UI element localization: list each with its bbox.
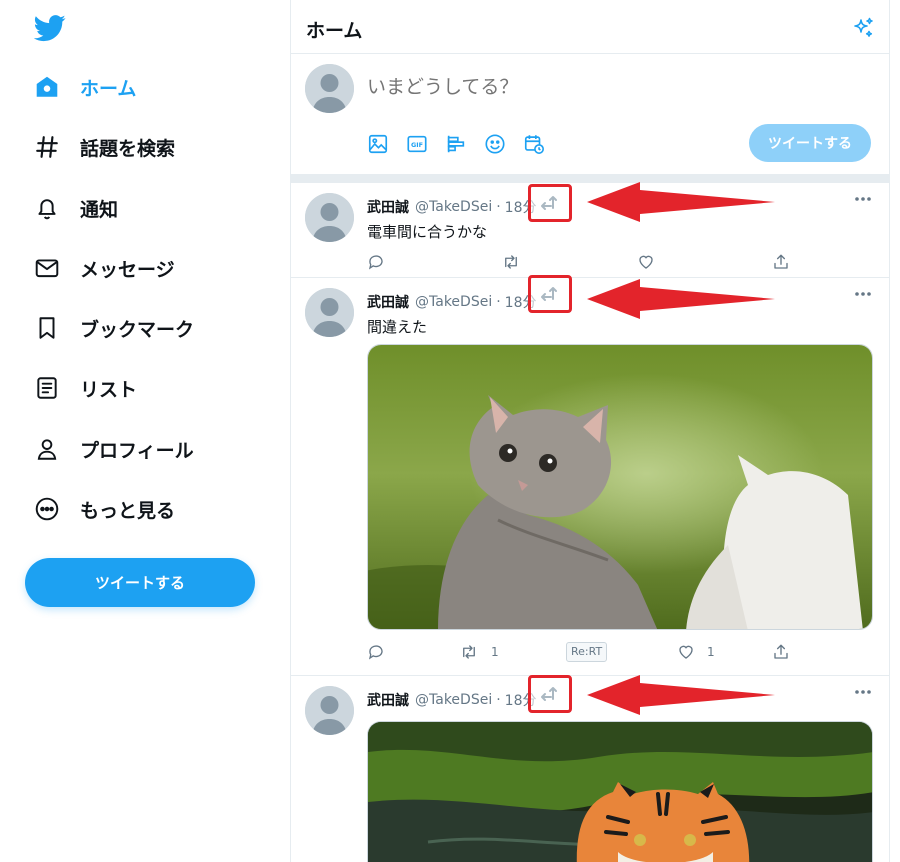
share-action[interactable] xyxy=(772,252,790,272)
more-icon[interactable] xyxy=(853,193,873,205)
timeline-header: ホーム xyxy=(291,0,889,54)
heart-icon xyxy=(639,255,653,269)
tweet-text: 電車間に合うかな xyxy=(367,223,488,241)
tweet-image-tiger[interactable] xyxy=(367,721,873,862)
sidebar-item-notifications[interactable]: 通知 xyxy=(32,188,118,228)
separator-dot: · xyxy=(496,199,501,215)
sparkle-icon[interactable] xyxy=(851,16,875,40)
tweet-actions xyxy=(367,252,797,272)
home-icon xyxy=(32,72,62,102)
list-icon xyxy=(32,373,62,403)
svg-text:GIF: GIF xyxy=(411,141,423,149)
tweet-text: 間違えた xyxy=(367,318,428,336)
sidebar-item-messages[interactable]: メッセージ xyxy=(32,248,175,288)
user-name[interactable]: 武田誠 xyxy=(367,690,409,710)
tweet-composer: GIF ツイートする xyxy=(291,54,889,174)
sidebar-item-label: ホーム xyxy=(80,77,137,100)
annotation-arrow xyxy=(587,182,775,222)
tweet-image-kittens[interactable] xyxy=(367,344,873,630)
tweet-header: 武田誠 @TakeDSei · 18分 xyxy=(367,690,537,710)
tweet-header: 武田誠 @TakeDSei · 18分 xyxy=(367,197,537,217)
annotation-arrow xyxy=(587,279,775,319)
envelope-icon xyxy=(32,253,62,283)
reply-retweet-icon xyxy=(541,287,557,301)
hashtag-icon xyxy=(32,132,62,162)
more-icon[interactable] xyxy=(853,686,873,698)
sidebar-item-label: もっと見る xyxy=(80,499,176,522)
avatar[interactable] xyxy=(305,193,354,242)
reply-action[interactable] xyxy=(367,252,385,272)
user-handle[interactable]: @TakeDSei xyxy=(415,199,492,215)
user-name[interactable]: 武田誠 xyxy=(367,292,409,312)
retweet-action[interactable]: 1 xyxy=(459,642,499,662)
emoji-icon[interactable] xyxy=(483,132,507,156)
kittens-photo xyxy=(368,345,872,629)
retweet-count: 1 xyxy=(491,645,499,659)
twitter-bird-icon[interactable] xyxy=(34,12,66,44)
tweet[interactable]: 武田誠 @TakeDSei · 18分 間違えた 1 Re:RT 1 xyxy=(291,275,889,676)
sidebar-item-label: 通知 xyxy=(80,198,119,221)
reply-retweet-icon xyxy=(541,687,557,701)
separator-dot: · xyxy=(496,692,501,708)
tweet-button[interactable]: ツイートする xyxy=(25,558,255,607)
compose-tweet-button[interactable]: ツイートする xyxy=(749,124,871,162)
user-handle[interactable]: @TakeDSei xyxy=(415,692,492,708)
share-action[interactable] xyxy=(772,642,790,662)
retweet-action[interactable] xyxy=(501,252,521,272)
page-title: ホーム xyxy=(306,20,363,42)
like-action[interactable] xyxy=(637,252,655,272)
tiger-photo xyxy=(368,722,872,862)
rert-button[interactable]: Re:RT xyxy=(566,642,608,662)
sidebar-item-label: ブックマーク xyxy=(80,318,195,341)
like-action[interactable]: 1 xyxy=(677,642,715,662)
schedule-icon[interactable] xyxy=(522,132,546,156)
sidebar-item-label: メッセージ xyxy=(80,258,175,281)
sidebar-item-home[interactable]: ホーム xyxy=(32,67,136,107)
annotation-arrow xyxy=(587,675,775,715)
reply-retweet-icon-highlight[interactable] xyxy=(528,275,572,313)
bell-icon xyxy=(32,193,62,223)
composer-toolbar: GIF xyxy=(366,132,561,156)
avatar[interactable] xyxy=(305,288,354,337)
image-icon[interactable] xyxy=(366,132,390,156)
retweet-icon xyxy=(463,645,475,659)
sidebar-item-profile[interactable]: プロフィール xyxy=(32,429,194,469)
retweet-icon xyxy=(505,255,517,269)
sidebar-item-explore[interactable]: 話題を検索 xyxy=(32,127,175,167)
sidebar-item-bookmarks[interactable]: ブックマーク xyxy=(32,308,194,348)
gif-icon[interactable]: GIF xyxy=(405,132,429,156)
tweet-actions: 1 Re:RT 1 xyxy=(367,642,797,662)
reply-action[interactable] xyxy=(367,642,385,662)
user-handle[interactable]: @TakeDSei xyxy=(415,294,492,310)
sidebar-item-more[interactable]: もっと見る xyxy=(32,489,175,529)
compose-input[interactable] xyxy=(367,76,847,98)
person-icon xyxy=(32,434,62,464)
reply-icon xyxy=(368,255,383,270)
reply-retweet-icon-highlight[interactable] xyxy=(528,675,572,713)
more-circle-icon xyxy=(32,494,62,524)
reply-icon xyxy=(368,645,383,660)
sidebar-item-lists[interactable]: リスト xyxy=(32,368,137,408)
avatar[interactable] xyxy=(305,686,354,735)
share-icon xyxy=(774,644,788,659)
user-name[interactable]: 武田誠 xyxy=(367,197,409,217)
sidebar: ホーム 話題を検索 通知 メッセージ ブックマーク リスト プロフィール もっと… xyxy=(0,0,290,862)
avatar[interactable] xyxy=(305,64,354,113)
sidebar-item-label: リスト xyxy=(80,378,138,401)
separator-dot: · xyxy=(496,294,501,310)
more-icon[interactable] xyxy=(853,288,873,300)
timeline-column: ホーム GIF ツ xyxy=(290,0,890,862)
heart-icon xyxy=(679,645,693,659)
sidebar-item-label: 話題を検索 xyxy=(80,137,176,160)
share-icon xyxy=(774,254,788,269)
bookmark-icon xyxy=(32,313,62,343)
poll-icon[interactable] xyxy=(444,132,468,156)
reply-retweet-icon xyxy=(541,196,557,210)
sidebar-item-label: プロフィール xyxy=(80,439,194,462)
reply-retweet-icon-highlight[interactable] xyxy=(528,184,572,222)
like-count: 1 xyxy=(707,645,715,659)
tweet-header: 武田誠 @TakeDSei · 18分 xyxy=(367,292,537,312)
